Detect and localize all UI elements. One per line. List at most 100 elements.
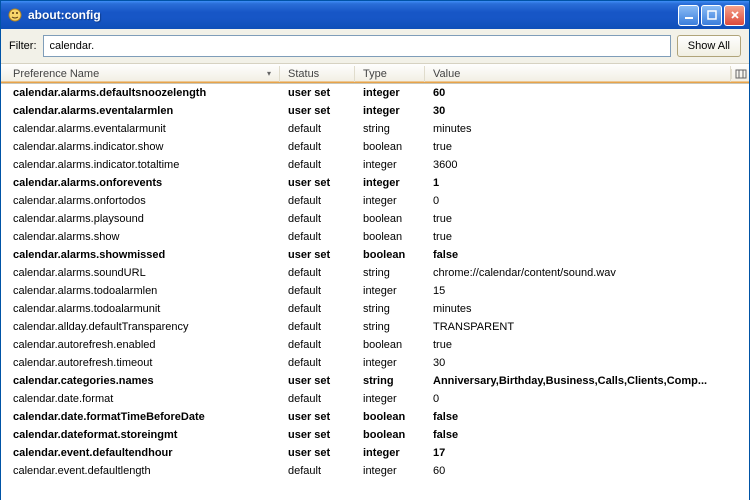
show-all-button[interactable]: Show All bbox=[677, 35, 741, 57]
pref-name-cell: calendar.alarms.indicator.totaltime bbox=[5, 158, 280, 172]
pref-name-cell: calendar.alarms.showmissed bbox=[5, 248, 280, 262]
value-cell: 0 bbox=[425, 194, 749, 208]
maximize-button[interactable] bbox=[701, 5, 722, 26]
pref-name-cell: calendar.alarms.soundURL bbox=[5, 266, 280, 280]
status-cell: default bbox=[280, 158, 355, 172]
type-cell: integer bbox=[355, 356, 425, 370]
status-cell: default bbox=[280, 122, 355, 136]
table-row[interactable]: calendar.date.formatdefaultinteger0 bbox=[1, 390, 749, 408]
type-cell: integer bbox=[355, 284, 425, 298]
table-row[interactable]: calendar.alarms.playsounddefaultbooleant… bbox=[1, 210, 749, 228]
type-cell: integer bbox=[355, 86, 425, 100]
table-row[interactable]: calendar.alarms.indicator.showdefaultboo… bbox=[1, 138, 749, 156]
table-body[interactable]: calendar.alarms.defaultsnoozelengthuser … bbox=[1, 84, 749, 500]
value-cell: true bbox=[425, 338, 749, 352]
type-cell: string bbox=[355, 302, 425, 316]
table-row[interactable]: calendar.dateformat.storeingmtuser setbo… bbox=[1, 426, 749, 444]
type-cell: integer bbox=[355, 446, 425, 460]
table-row[interactable]: calendar.event.defaultendhouruser setint… bbox=[1, 444, 749, 462]
pref-name-cell: calendar.autorefresh.enabled bbox=[5, 338, 280, 352]
value-cell: 3600 bbox=[425, 158, 749, 172]
type-cell: boolean bbox=[355, 248, 425, 262]
value-cell: TRANSPARENT bbox=[425, 320, 749, 334]
column-header-value[interactable]: Value bbox=[425, 66, 731, 82]
table-row[interactable]: calendar.autorefresh.enableddefaultboole… bbox=[1, 336, 749, 354]
table-header-row: Preference Name ▾ Status Type Value bbox=[1, 64, 749, 84]
value-cell: false bbox=[425, 410, 749, 424]
table-row[interactable]: calendar.alarms.soundURLdefaultstringchr… bbox=[1, 264, 749, 282]
app-icon bbox=[7, 7, 23, 23]
type-cell: string bbox=[355, 122, 425, 136]
type-cell: boolean bbox=[355, 428, 425, 442]
type-cell: integer bbox=[355, 464, 425, 478]
pref-name-cell: calendar.alarms.defaultsnoozelength bbox=[5, 86, 280, 100]
filter-input[interactable] bbox=[43, 35, 671, 57]
pref-name-cell: calendar.alarms.playsound bbox=[5, 212, 280, 226]
status-cell: default bbox=[280, 392, 355, 406]
type-cell: string bbox=[355, 320, 425, 334]
table-row[interactable]: calendar.alarms.showmisseduser setboolea… bbox=[1, 246, 749, 264]
status-cell: default bbox=[280, 284, 355, 298]
table-row[interactable]: calendar.alarms.showdefaultbooleantrue bbox=[1, 228, 749, 246]
table-row[interactable]: calendar.allday.defaultTransparencydefau… bbox=[1, 318, 749, 336]
table-row[interactable]: calendar.alarms.eventalarmlenuser setint… bbox=[1, 102, 749, 120]
status-cell: user set bbox=[280, 410, 355, 424]
column-header-type[interactable]: Type bbox=[355, 66, 425, 82]
pref-name-cell: calendar.alarms.eventalarmlen bbox=[5, 104, 280, 118]
status-cell: user set bbox=[280, 104, 355, 118]
table-row[interactable]: calendar.alarms.onforeventsuser setinteg… bbox=[1, 174, 749, 192]
table-row[interactable]: calendar.alarms.eventalarmunitdefaultstr… bbox=[1, 120, 749, 138]
table-row[interactable]: calendar.alarms.todoalarmunitdefaultstri… bbox=[1, 300, 749, 318]
value-cell: false bbox=[425, 248, 749, 262]
type-cell: boolean bbox=[355, 410, 425, 424]
table-row[interactable]: calendar.event.defaultlengthdefaultinteg… bbox=[1, 462, 749, 480]
status-cell: user set bbox=[280, 86, 355, 100]
pref-name-cell: calendar.alarms.onfortodos bbox=[5, 194, 280, 208]
value-cell: 30 bbox=[425, 104, 749, 118]
value-cell: 30 bbox=[425, 356, 749, 370]
column-header-status[interactable]: Status bbox=[280, 66, 355, 82]
table-row[interactable]: calendar.autorefresh.timeoutdefaultinteg… bbox=[1, 354, 749, 372]
titlebar: about:config bbox=[1, 1, 749, 29]
table-row[interactable]: calendar.alarms.indicator.totaltimedefau… bbox=[1, 156, 749, 174]
value-cell: true bbox=[425, 140, 749, 154]
value-cell: 15 bbox=[425, 284, 749, 298]
type-cell: integer bbox=[355, 176, 425, 190]
status-cell: default bbox=[280, 356, 355, 370]
type-cell: boolean bbox=[355, 230, 425, 244]
sort-indicator-icon: ▾ bbox=[267, 69, 271, 78]
value-cell: 0 bbox=[425, 392, 749, 406]
value-cell: minutes bbox=[425, 302, 749, 316]
status-cell: user set bbox=[280, 446, 355, 460]
column-header-preference-name[interactable]: Preference Name ▾ bbox=[5, 66, 280, 82]
table-row[interactable]: calendar.alarms.onfortodosdefaultinteger… bbox=[1, 192, 749, 210]
status-cell: default bbox=[280, 194, 355, 208]
preferences-table: Preference Name ▾ Status Type Value cale… bbox=[1, 64, 749, 500]
pref-name-cell: calendar.dateformat.storeingmt bbox=[5, 428, 280, 442]
status-cell: user set bbox=[280, 374, 355, 388]
value-cell: chrome://calendar/content/sound.wav bbox=[425, 266, 749, 280]
table-row[interactable]: calendar.alarms.defaultsnoozelengthuser … bbox=[1, 84, 749, 102]
status-cell: default bbox=[280, 140, 355, 154]
type-cell: string bbox=[355, 266, 425, 280]
close-button[interactable] bbox=[724, 5, 745, 26]
pref-name-cell: calendar.alarms.todoalarmunit bbox=[5, 302, 280, 316]
status-cell: default bbox=[280, 320, 355, 334]
pref-name-cell: calendar.allday.defaultTransparency bbox=[5, 320, 280, 334]
value-cell: 60 bbox=[425, 86, 749, 100]
table-row[interactable]: calendar.categories.namesuser setstringA… bbox=[1, 372, 749, 390]
value-cell: false bbox=[425, 428, 749, 442]
type-cell: integer bbox=[355, 158, 425, 172]
column-picker-icon[interactable] bbox=[731, 69, 749, 79]
filter-bar: Filter: Show All bbox=[1, 29, 749, 64]
pref-name-cell: calendar.alarms.onforevents bbox=[5, 176, 280, 190]
table-row[interactable]: calendar.alarms.todoalarmlendefaultinteg… bbox=[1, 282, 749, 300]
table-row[interactable]: calendar.date.formatTimeBeforeDateuser s… bbox=[1, 408, 749, 426]
value-cell: minutes bbox=[425, 122, 749, 136]
status-cell: default bbox=[280, 230, 355, 244]
type-cell: boolean bbox=[355, 140, 425, 154]
minimize-button[interactable] bbox=[678, 5, 699, 26]
pref-name-cell: calendar.alarms.todoalarmlen bbox=[5, 284, 280, 298]
status-cell: default bbox=[280, 338, 355, 352]
value-cell: true bbox=[425, 230, 749, 244]
